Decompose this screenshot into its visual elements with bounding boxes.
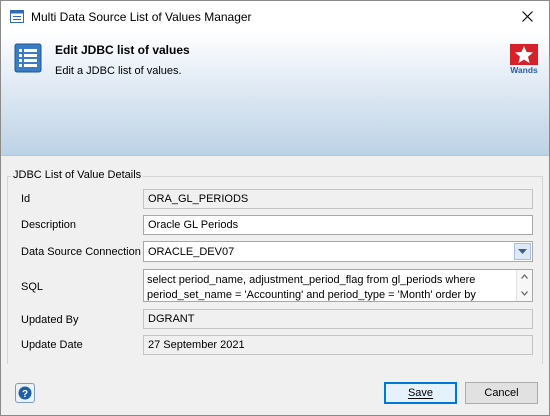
update-date-field[interactable]: 27 September 2021 <box>143 335 533 355</box>
scroll-down-icon[interactable] <box>521 291 528 296</box>
save-button-label: Save <box>407 387 434 399</box>
banner-subheading: Edit a JDBC list of values. <box>55 65 182 77</box>
sql-label: SQL <box>21 281 44 293</box>
close-button[interactable] <box>505 1 549 32</box>
update-date-label: Update Date <box>21 339 83 351</box>
close-icon <box>521 11 533 22</box>
save-button[interactable]: Save <box>384 382 457 404</box>
title-bar[interactable]: Multi Data Source List of Values Manager <box>1 1 549 32</box>
wands-logo: Wands <box>510 44 538 75</box>
list-icon <box>14 43 42 73</box>
help-button[interactable]: ? <box>15 383 35 403</box>
description-field[interactable]: Oracle GL Periods <box>143 215 533 235</box>
connection-value: ORACLE_DEV07 <box>148 246 235 258</box>
id-label: Id <box>21 193 31 205</box>
header-banner: Edit JDBC list of values Edit a JDBC lis… <box>1 32 549 156</box>
id-field[interactable]: ORA_GL_PERIODS <box>143 189 533 209</box>
group-border-left <box>7 176 8 364</box>
connection-select[interactable]: ORACLE_DEV07 <box>143 241 533 262</box>
banner-heading: Edit JDBC list of values <box>55 43 190 57</box>
scroll-up-icon[interactable] <box>521 274 528 279</box>
window-title: Multi Data Source List of Values Manager <box>31 10 252 24</box>
sql-textarea[interactable]: select period_name, adjustment_period_fl… <box>143 269 533 302</box>
svg-text:?: ? <box>22 389 28 400</box>
app-icon <box>10 10 24 23</box>
group-label: JDBC List of Value Details <box>11 169 144 181</box>
dialog-window: Multi Data Source List of Values Manager… <box>0 0 550 416</box>
dropdown-button[interactable] <box>514 243 531 260</box>
updated-by-field[interactable]: DGRANT <box>143 309 533 329</box>
connection-label: Data Source Connection <box>21 246 141 258</box>
chevron-down-icon <box>518 248 527 254</box>
cancel-button-label: Cancel <box>484 387 519 399</box>
sql-scrollbar[interactable] <box>516 270 532 301</box>
cancel-button[interactable]: Cancel <box>465 382 538 404</box>
description-label: Description <box>21 219 77 231</box>
help-icon: ? <box>18 386 32 400</box>
updated-by-label: Updated By <box>21 314 79 326</box>
group-border-right <box>542 176 543 364</box>
sql-text: select period_name, adjustment_period_fl… <box>147 274 476 301</box>
svg-text:Wands: Wands <box>510 65 538 75</box>
